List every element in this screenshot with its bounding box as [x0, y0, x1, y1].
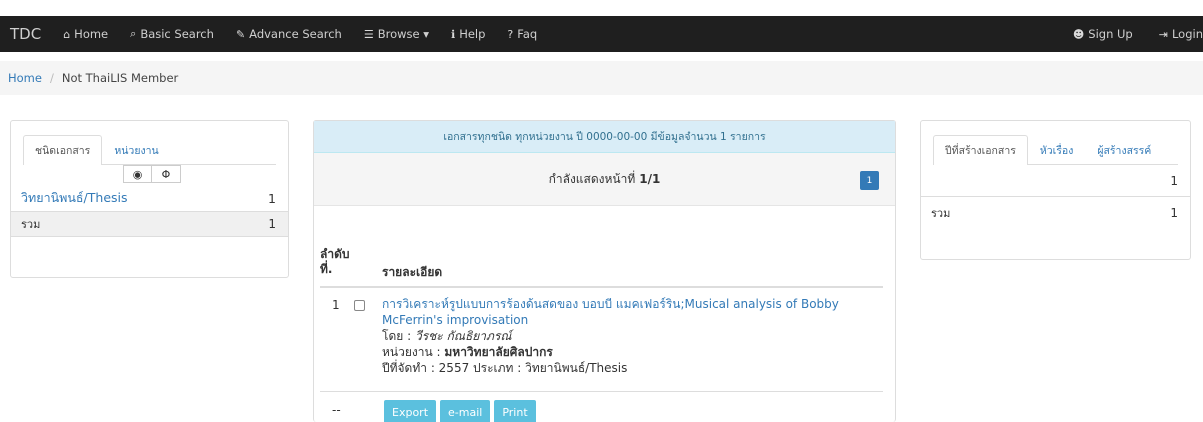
- nav-advance-search[interactable]: ✎ Advance Search: [236, 27, 342, 41]
- right-total-row: รวม 1: [921, 197, 1190, 229]
- left-tabs-wrapper: ชนิดเอกสาร หน่วยงาน: [11, 121, 288, 165]
- nav-help-label: Help: [459, 27, 486, 41]
- tab-creator[interactable]: ผู้สร้างสรรค์: [1085, 135, 1163, 165]
- total-count: 1: [268, 217, 276, 231]
- record-checkbox[interactable]: [354, 300, 365, 311]
- nav-right-group: ☻ Sign Up ⇥ Login: [1047, 16, 1203, 52]
- footer-dash: --: [332, 403, 341, 417]
- record-title-link[interactable]: การวิเคราะห์รูปแบบการร้องด้นสดของ บอบบี …: [382, 296, 882, 328]
- question-icon: ?: [507, 27, 514, 41]
- results-panel: เอกสารทุกชนิด ทุกหน่วยงาน ปี 0000-00-00 …: [313, 120, 896, 422]
- visibility-toggle-group: ◉ Φ: [123, 165, 288, 183]
- nav-login[interactable]: ⇥ Login: [1159, 27, 1203, 41]
- year-row-count: 1: [1170, 173, 1178, 188]
- tab-organization[interactable]: หน่วยงาน: [102, 135, 170, 165]
- nav-basic-search[interactable]: ⌕ Basic Search: [130, 27, 214, 41]
- record-author: วีรชะ กัณธิยาภรณ์: [414, 329, 512, 343]
- user-icon: ☻: [1072, 27, 1085, 41]
- year-row: 1: [921, 165, 1190, 197]
- table-header-divider: [320, 286, 883, 288]
- pager-page: 1/1: [639, 172, 661, 186]
- list-item-thesis[interactable]: วิทยานิพนธ์/Thesis 1: [11, 185, 288, 211]
- info-icon: ℹ: [451, 27, 456, 41]
- action-buttons: Export e-mail Print: [384, 400, 536, 422]
- record-org-line: หน่วยงาน : มหาวิทยาลัยศิลปากร: [382, 344, 882, 360]
- breadcrumb-current: Not ThaiLIS Member: [61, 71, 179, 85]
- export-button[interactable]: Export: [384, 400, 437, 422]
- record-org: มหาวิทยาลัยศิลปากร: [444, 345, 553, 359]
- nav-faq-label: Faq: [517, 27, 538, 41]
- nav-home[interactable]: ⌂ Home: [63, 27, 108, 41]
- tab-year-created[interactable]: ปีที่สร้างเอกสาร: [933, 135, 1028, 165]
- results-summary-header: เอกสารทุกชนิด ทุกหน่วยงาน ปี 0000-00-00 …: [314, 121, 895, 153]
- right-tabs: ปีที่สร้างเอกสาร หัวเรื่อง ผู้สร้างสรรค์: [933, 135, 1178, 165]
- total-label: รวม: [21, 218, 41, 231]
- record-author-label: โดย :: [382, 329, 412, 343]
- nav-browse-dropdown[interactable]: ☰ Browse ▾: [364, 27, 429, 41]
- list-item-count: 1: [268, 190, 276, 206]
- tab-document-type[interactable]: ชนิดเอกสาร: [23, 135, 103, 165]
- record-author-line: โดย : วีรชะ กัณธิยาภรณ์: [382, 328, 882, 344]
- nav-basic-search-label: Basic Search: [140, 27, 214, 41]
- list-icon: ☰: [363, 27, 374, 41]
- nav-browse-label: Browse ▾: [377, 27, 430, 41]
- page-button-1[interactable]: 1: [860, 171, 879, 190]
- right-tabs-wrapper: ปีที่สร้างเอกสาร หัวเรื่อง ผู้สร้างสรรค์: [921, 121, 1190, 165]
- right-total-label: รวม: [931, 207, 951, 220]
- nav-sign-up[interactable]: ☻ Sign Up: [1073, 27, 1133, 41]
- tab-subject[interactable]: หัวเรื่อง: [1028, 135, 1085, 165]
- breadcrumb-separator: /: [49, 71, 54, 85]
- breadcrumb: Home / Not ThaiLIS Member: [0, 61, 1203, 95]
- brand-logo[interactable]: TDC: [10, 25, 41, 43]
- top-navbar: TDC ⌂ Home ⌕ Basic Search ✎ Advance Search …: [0, 16, 1203, 52]
- record-year-type: ปีที่จัดทำ : 2557 ประเภท : วิทยานิพนธ์/T…: [382, 361, 628, 375]
- record-divider: [320, 391, 883, 392]
- nav-login-label: Login: [1171, 27, 1203, 41]
- nav-home-label: Home: [74, 27, 109, 41]
- print-button[interactable]: Print: [494, 400, 536, 422]
- nav-sign-up-label: Sign Up: [1088, 27, 1133, 41]
- pager-bar: กำลังแสดงหน้าที่ 1/1 1: [314, 153, 895, 206]
- breadcrumb-home-link[interactable]: Home: [8, 71, 42, 85]
- right-total-count: 1: [1170, 206, 1178, 220]
- total-row: รวม 1: [11, 211, 288, 237]
- nav-advance-search-label: Advance Search: [249, 27, 342, 41]
- left-tabs: ชนิดเอกสาร หน่วยงาน: [23, 135, 276, 165]
- list-item-label: วิทยานิพนธ์/Thesis: [21, 190, 128, 205]
- email-button[interactable]: e-mail: [440, 400, 491, 422]
- home-icon: ⌂: [63, 27, 71, 41]
- facet-panel: ปีที่สร้างเอกสาร หัวเรื่อง ผู้สร้างสรรค์…: [920, 120, 1191, 260]
- record-number: 1: [332, 298, 340, 312]
- edit-icon: ✎: [235, 27, 246, 41]
- search-icon: ⌕: [130, 27, 137, 40]
- nav-help[interactable]: ℹ Help: [451, 27, 485, 41]
- login-icon: ⇥: [1158, 27, 1168, 41]
- record-org-label: หน่วยงาน :: [382, 345, 441, 359]
- document-type-panel: ชนิดเอกสาร หน่วยงาน ◉ Φ วิทยานิพนธ์/Thes…: [10, 120, 289, 278]
- eye-hide-icon[interactable]: Φ: [152, 165, 181, 183]
- pager-text: กำลังแสดงหน้าที่: [548, 171, 636, 186]
- column-header-no: ลำดับ ที่.: [320, 247, 350, 276]
- nav-faq[interactable]: ? Faq: [507, 27, 537, 41]
- column-header-detail: รายละเอียด: [382, 265, 443, 279]
- eye-show-icon[interactable]: ◉: [123, 165, 152, 183]
- record-detail: การวิเคราะห์รูปแบบการร้องด้นสดของ บอบบี …: [382, 296, 882, 376]
